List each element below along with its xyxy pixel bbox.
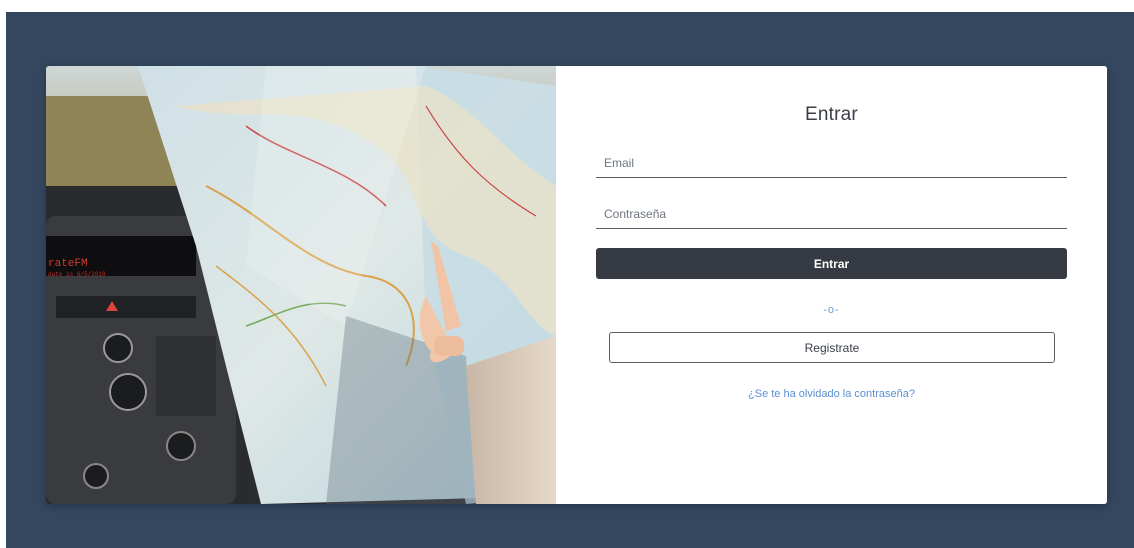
email-field[interactable] [596, 148, 1067, 178]
login-card: rateFM date is 6/5/2018 Entrar Email Ent… [46, 66, 1107, 504]
hero-photo-map: rateFM date is 6/5/2018 [46, 66, 556, 504]
or-separator: -o- [823, 304, 840, 316]
forgot-password-link[interactable]: ¿Se te ha olvidado la contraseña? [556, 388, 1107, 400]
hero-image: rateFM date is 6/5/2018 [46, 66, 556, 504]
login-form-panel: Entrar Entrar -o- Registrate ¿Se te ha o… [556, 66, 1107, 504]
login-title: Entrar [805, 104, 858, 125]
radio-display-date: date is 6/5/2018 [48, 271, 106, 278]
radio-display-text: rateFM [48, 258, 88, 270]
login-button[interactable]: Entrar [596, 248, 1067, 279]
password-field[interactable] [596, 199, 1067, 229]
register-button[interactable]: Registrate [609, 332, 1055, 363]
